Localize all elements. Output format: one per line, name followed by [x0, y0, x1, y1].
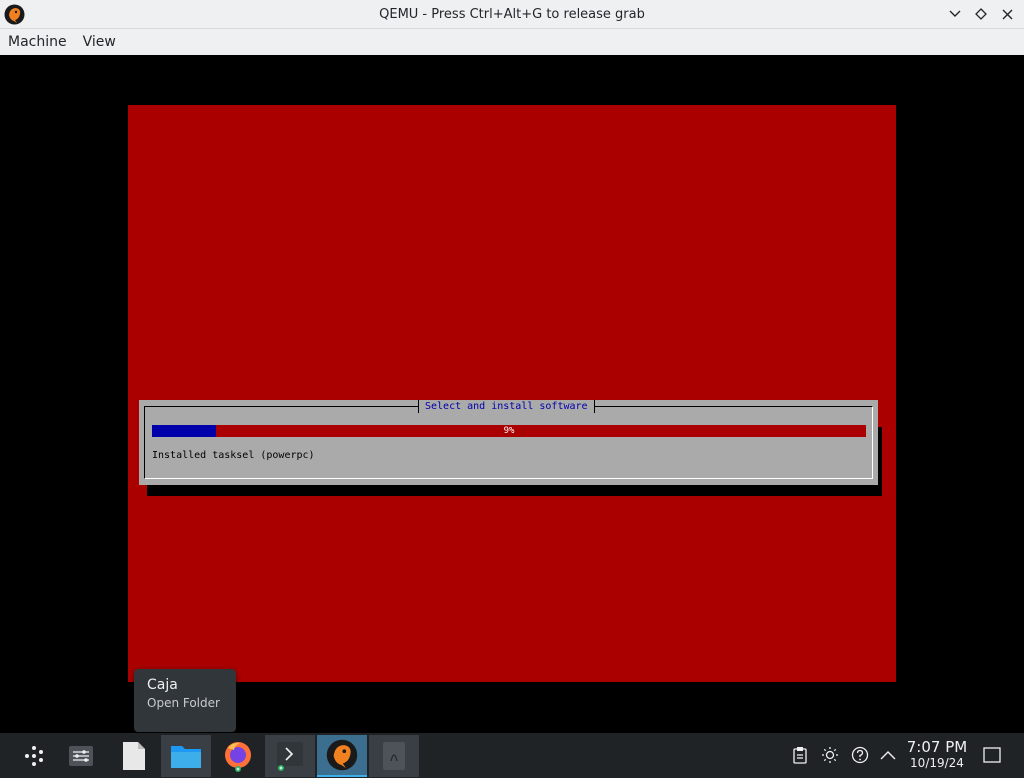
dialog-title: Select and install software: [418, 400, 595, 413]
menu-machine[interactable]: Machine: [4, 34, 71, 50]
taskbar: 7:07 PM 10/19/24: [0, 733, 1024, 778]
help-icon[interactable]: [850, 745, 870, 765]
task-manager-icon: [69, 746, 93, 766]
firefox-button[interactable]: [213, 735, 263, 777]
installer-background: [128, 105, 896, 682]
clock-date: 10/19/24: [910, 756, 964, 770]
clock[interactable]: 7:07 PM 10/19/24: [900, 738, 974, 770]
terminal-icon: [277, 742, 303, 771]
brightness-icon[interactable]: [820, 745, 840, 765]
tooltip-subtitle: Open Folder: [147, 696, 220, 710]
document-viewer-button[interactable]: [369, 735, 419, 777]
close-icon[interactable]: [996, 4, 1018, 24]
text-file-button[interactable]: [109, 735, 159, 777]
firefox-icon: [225, 742, 251, 772]
dialog-frame: [144, 406, 873, 479]
qemu-task-button[interactable]: [317, 735, 367, 777]
qemu-icon: [326, 739, 358, 771]
text-file-icon: [123, 742, 145, 770]
chevron-up-icon[interactable]: [878, 745, 898, 765]
menu-view[interactable]: View: [79, 34, 120, 50]
minimize-icon[interactable]: [944, 4, 966, 24]
terminal-button[interactable]: [265, 735, 315, 777]
status-text: Installed tasksel (powerpc): [152, 450, 315, 461]
maximize-icon[interactable]: [970, 4, 992, 24]
show-desktop-icon[interactable]: [982, 745, 1002, 765]
task-manager-button[interactable]: [56, 735, 106, 777]
app-launcher-icon: [25, 746, 43, 766]
tooltip-title: Caja: [147, 677, 178, 693]
install-progress-dialog: Select and install software 9% Installed…: [139, 400, 878, 485]
clock-time: 7:07 PM: [906, 738, 968, 756]
window-title: QEMU - Press Ctrl+Alt+G to release grab: [379, 6, 645, 22]
progress-label: 9%: [503, 426, 515, 436]
folder-icon: [171, 746, 201, 768]
guest-display[interactable]: Select and install software 9% Installed…: [0, 55, 1024, 733]
menubar: Machine View: [0, 29, 1024, 55]
qemu-icon: [4, 4, 25, 25]
folder-button[interactable]: [161, 735, 211, 777]
window-titlebar: QEMU - Press Ctrl+Alt+G to release grab: [0, 0, 1024, 29]
caja-tooltip: Caja Open Folder: [134, 669, 236, 732]
progress-bar: 9%: [152, 425, 866, 437]
clipboard-icon[interactable]: [790, 745, 810, 765]
app-launcher-button[interactable]: [9, 735, 59, 777]
document-viewer-icon: [383, 742, 405, 770]
